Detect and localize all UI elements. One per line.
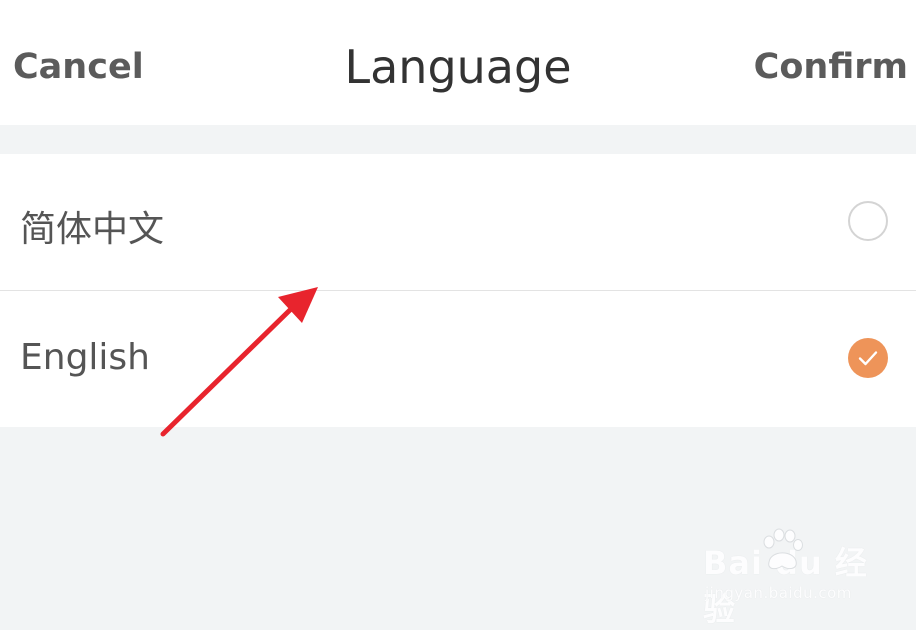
- language-list: 简体中文 English: [0, 154, 916, 427]
- language-option-simplified-chinese[interactable]: 简体中文: [0, 154, 916, 290]
- language-label: English: [20, 337, 150, 378]
- watermark-url: jingyan.baidu.com: [705, 584, 852, 602]
- paw-icon: [763, 528, 803, 570]
- confirm-button[interactable]: Confirm: [754, 47, 908, 87]
- radio-unchecked-icon[interactable]: [848, 201, 888, 241]
- watermark: Bai du 经验 jingyan.baidu.com: [703, 528, 873, 628]
- language-option-english[interactable]: English: [0, 290, 916, 427]
- check-icon[interactable]: [848, 338, 888, 378]
- language-label: 简体中文: [20, 209, 165, 250]
- top-bar: Cancel Language Confirm: [0, 0, 916, 125]
